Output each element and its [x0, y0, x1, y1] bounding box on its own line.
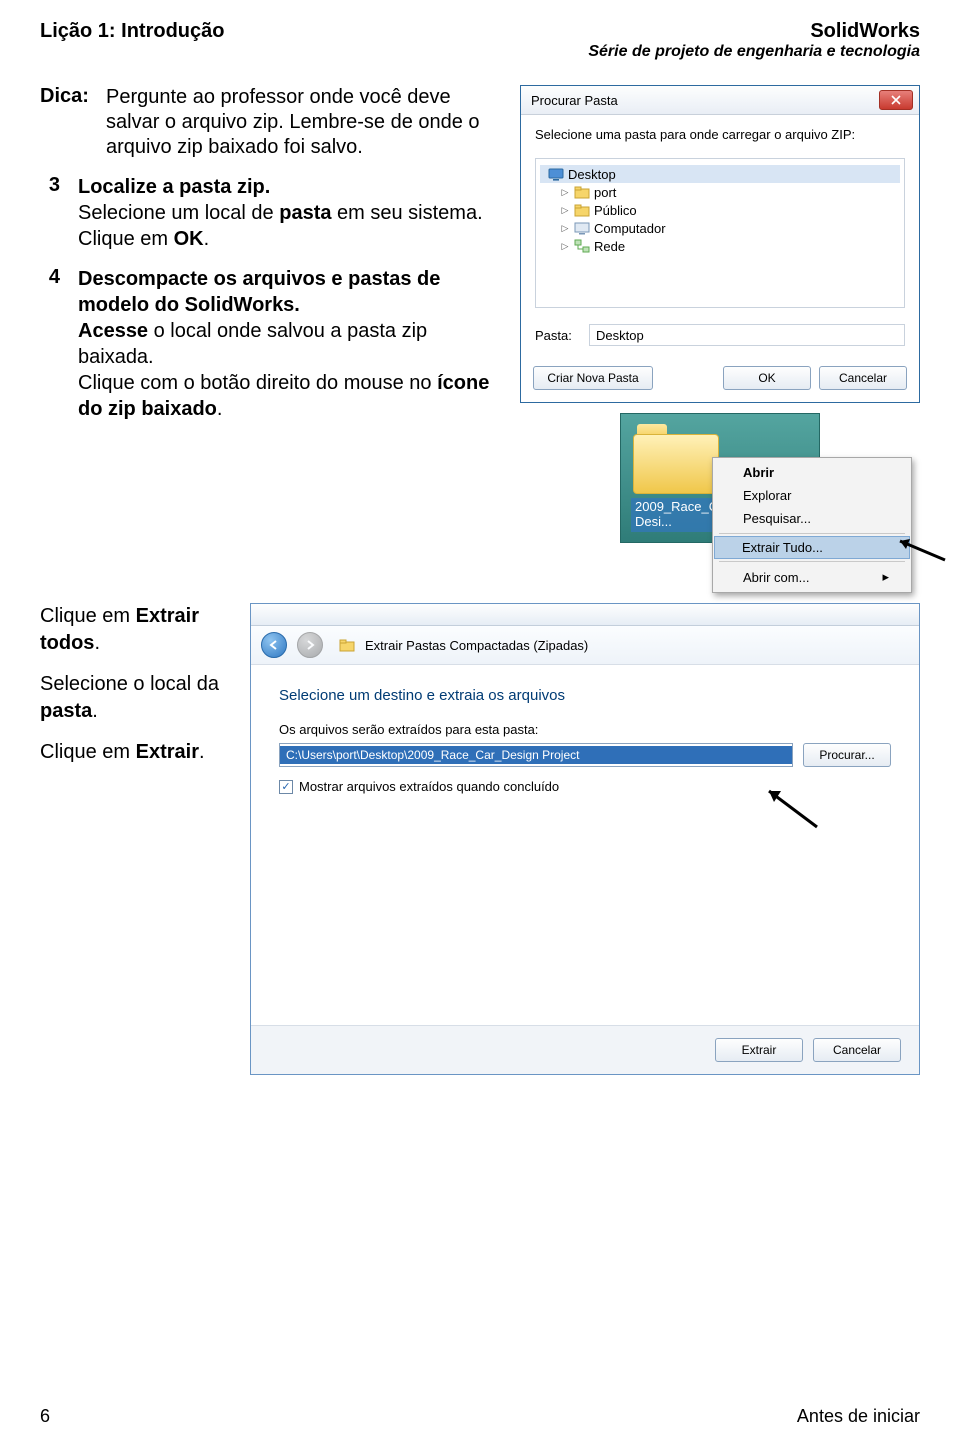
step-3-body: Localize a pasta zip. Selecione um local…	[78, 174, 483, 252]
tree-item-port[interactable]: ▷ port	[540, 183, 900, 201]
series-subheading: Série de projeto de engenharia e tecnolo…	[588, 43, 920, 61]
new-folder-button[interactable]: Criar Nova Pasta	[533, 366, 653, 390]
desktop-icon	[548, 166, 564, 182]
step-4-body: Descompacte os arquivos e pastas de mode…	[78, 266, 490, 422]
brand-name: SolidWorks	[588, 20, 920, 43]
menu-separator	[719, 561, 905, 562]
browse-button[interactable]: Procurar...	[803, 743, 891, 767]
dialog-title: Procurar Pasta	[531, 93, 618, 108]
menu-item-open[interactable]: Abrir	[715, 461, 909, 484]
menu-separator	[719, 533, 905, 534]
pointer-arrow-icon	[890, 535, 950, 570]
footer-section-label: Antes de iniciar	[797, 1406, 920, 1427]
expand-icon[interactable]: ▷	[560, 223, 570, 233]
step-number-4: 4	[40, 266, 60, 422]
wizard-breadcrumb: Extrair Pastas Compactadas (Zipadas)	[365, 638, 588, 653]
cancel-button[interactable]: Cancelar	[819, 366, 907, 390]
tree-item-desktop[interactable]: Desktop	[540, 165, 900, 183]
public-folder-icon	[574, 202, 590, 218]
menu-item-search[interactable]: Pesquisar...	[715, 507, 909, 530]
nav-forward-button	[297, 632, 323, 658]
tree-item-public[interactable]: ▷ Público	[540, 201, 900, 219]
extract-wizard-dialog: Extrair Pastas Compactadas (Zipadas) Sel…	[250, 603, 920, 1075]
menu-item-explore[interactable]: Explorar	[715, 484, 909, 507]
show-files-checkbox-label: Mostrar arquivos extraídos quando conclu…	[299, 779, 559, 794]
folder-field-value[interactable]: Desktop	[589, 324, 905, 346]
tree-item-network[interactable]: ▷ Rede	[540, 237, 900, 255]
cancel-button[interactable]: Cancelar	[813, 1038, 901, 1062]
page-number: 6	[40, 1406, 50, 1427]
close-button[interactable]	[879, 90, 913, 110]
destination-path-input[interactable]: C:\Users\port\Desktop\2009_Race_Car_Desi…	[279, 743, 793, 767]
tip-text: Pergunte ao professor onde você deve sal…	[106, 85, 490, 160]
step-number-3: 3	[40, 174, 60, 252]
wizard-path-label: Os arquivos serão extraídos para esta pa…	[279, 722, 891, 737]
extract-instructions: Clique em Extrair todos. Selecione o loc…	[40, 603, 220, 780]
user-folder-icon	[574, 184, 590, 200]
computer-icon	[574, 220, 590, 236]
nav-back-button[interactable]	[261, 632, 287, 658]
expand-icon[interactable]: ▷	[560, 187, 570, 197]
context-menu: Abrir Explorar Pesquisar... Extrair Tudo…	[712, 457, 912, 593]
tree-item-computer[interactable]: ▷ Computador	[540, 219, 900, 237]
wizard-title: Selecione um destino e extraia os arquiv…	[279, 687, 891, 704]
page-title: Lição 1: Introdução	[40, 20, 224, 43]
dialog-prompt: Selecione uma pasta para onde carregar o…	[535, 127, 905, 142]
context-menu-figure: 2009_Race_CarDesi... Abrir Explorar Pesq…	[620, 413, 920, 543]
network-icon	[574, 238, 590, 254]
extract-button[interactable]: Extrair	[715, 1038, 803, 1062]
tip-label: Dica:	[40, 85, 94, 160]
folder-field-label: Pasta:	[535, 328, 579, 343]
show-files-checkbox[interactable]: ✓	[279, 780, 293, 794]
menu-item-open-with[interactable]: Abrir com...▸	[715, 565, 909, 589]
folder-tree[interactable]: Desktop ▷ port ▷ Público	[535, 158, 905, 308]
expand-icon[interactable]: ▷	[560, 205, 570, 215]
browse-folder-dialog: Procurar Pasta Selecione uma pasta para …	[520, 85, 920, 403]
zip-icon	[339, 637, 355, 653]
zip-folder-icon[interactable]	[633, 424, 719, 494]
menu-item-extract-all[interactable]: Extrair Tudo...	[714, 536, 910, 559]
expand-icon[interactable]: ▷	[560, 241, 570, 251]
ok-button[interactable]: OK	[723, 366, 811, 390]
